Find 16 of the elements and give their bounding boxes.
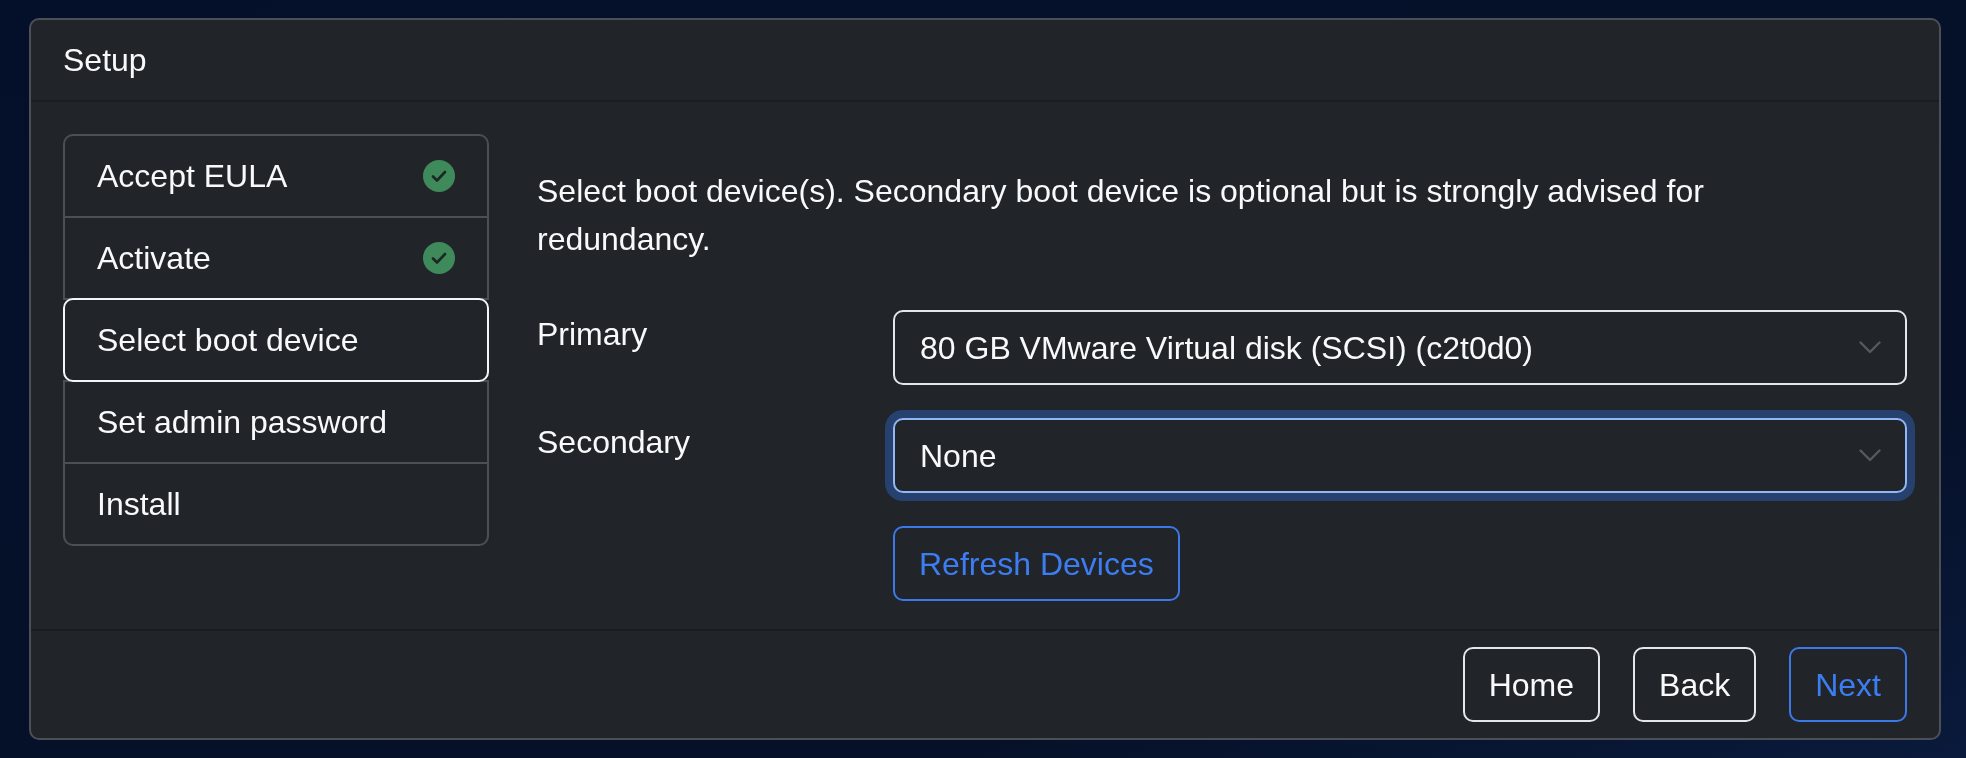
- step-item[interactable]: Set admin password: [63, 380, 489, 464]
- instruction-text: Select boot device(s). Secondary boot device is optional but is strongly advised for redundancy.: [537, 172, 1705, 259]
- device-select[interactable]: 80 GB VMware Virtual disk (SCSI) (c2t0d0): [893, 310, 1907, 385]
- home-button[interactable]: Home: [1462, 647, 1601, 722]
- card-title: Setup: [63, 41, 147, 80]
- chevron-down-icon: [1859, 449, 1881, 462]
- step-item[interactable]: Select boot device: [63, 298, 489, 382]
- next-button[interactable]: Next: [1789, 647, 1907, 722]
- field-label: Secondary: [537, 424, 690, 460]
- field-label: Primary: [537, 316, 648, 352]
- step-item[interactable]: Install: [63, 462, 489, 546]
- back-button[interactable]: Back: [1633, 647, 1757, 722]
- step-item[interactable]: Accept EULA: [63, 134, 489, 218]
- step-item[interactable]: Activate: [63, 216, 489, 300]
- chevron-down-icon: [1859, 341, 1881, 354]
- refresh-button[interactable]: Refresh Devices: [893, 526, 1180, 601]
